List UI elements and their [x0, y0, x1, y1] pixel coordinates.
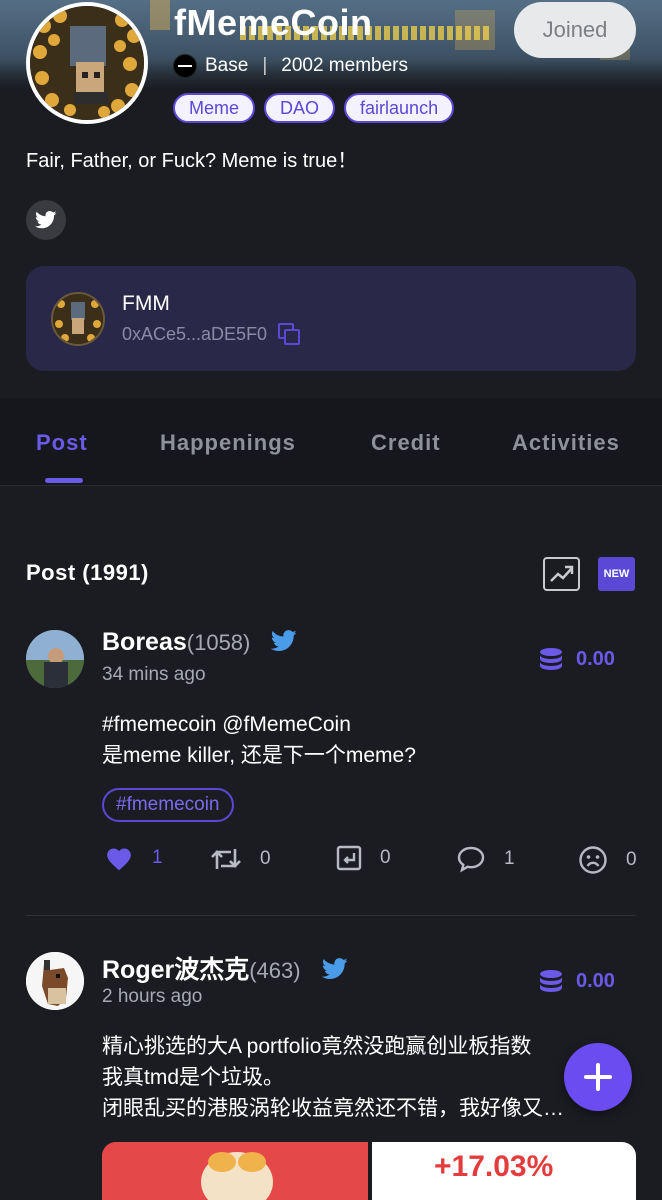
- comment-count: 1: [504, 848, 515, 869]
- post-text-line: #fmemecoin @fMemeCoin: [102, 713, 351, 736]
- tab-activities[interactable]: Activities: [512, 430, 620, 456]
- like-button[interactable]: 1: [104, 845, 163, 871]
- base-chain-icon: [173, 54, 197, 78]
- retweet-count: 0: [260, 848, 271, 869]
- post-body: #fmemecoin @fMemeCoin 是meme killer, 还是下一…: [102, 709, 622, 771]
- token-name: FMM: [122, 292, 170, 315]
- post-username[interactable]: Boreas(1058): [102, 628, 297, 657]
- sort-new-button[interactable]: NEW: [598, 557, 635, 591]
- user-post-count: (463): [249, 958, 301, 983]
- quote-count: 0: [380, 847, 391, 868]
- tag-list: Meme DAO fairlaunch: [173, 93, 455, 123]
- tab-credit[interactable]: Credit: [371, 430, 441, 456]
- post-text-line: 是meme killer, 还是下一个meme?: [102, 744, 416, 767]
- community-avatar[interactable]: [26, 2, 148, 124]
- comment-button[interactable]: 1: [456, 845, 515, 873]
- post-actions: 1 0 0 1 0: [0, 845, 662, 885]
- quote-button[interactable]: 0: [336, 845, 391, 871]
- dislike-button[interactable]: 0: [578, 845, 637, 875]
- post-divider: [26, 915, 636, 916]
- token-address: 0xACe5...aDE5F0: [122, 323, 268, 344]
- like-count: 1: [152, 847, 163, 868]
- username-text: Roger波杰克: [102, 956, 250, 984]
- tag-meme[interactable]: Meme: [173, 93, 256, 123]
- coin-stack-icon: [540, 970, 562, 992]
- token-card[interactable]: FMM 0xACe5...aDE5F0: [26, 266, 636, 371]
- twitter-icon: [271, 630, 297, 651]
- token-avatar: [51, 292, 105, 346]
- post-text-line: 精心挑选的大A portfolio竟然没跑赢创业板指数: [102, 1035, 532, 1058]
- create-post-button[interactable]: [564, 1043, 632, 1111]
- tag-dao[interactable]: DAO: [264, 93, 336, 123]
- sad-face-icon: [579, 846, 607, 874]
- post-time: 2 hours ago: [102, 986, 203, 1007]
- community-description: Fair, Father, or Fuck? Meme is true！: [26, 150, 358, 172]
- tag-fairlaunch[interactable]: fairlaunch: [344, 93, 455, 123]
- copy-icon[interactable]: [277, 322, 301, 346]
- post-credit: 0.00: [538, 968, 615, 994]
- tab-happenings[interactable]: Happenings: [160, 430, 296, 456]
- dislike-count: 0: [626, 849, 637, 870]
- user-post-count: (1058): [186, 630, 251, 655]
- quote-icon: [336, 845, 362, 871]
- plus-icon: [584, 1063, 612, 1091]
- heart-icon: [107, 848, 131, 871]
- username-text: Boreas: [102, 628, 187, 656]
- user-avatar[interactable]: [26, 630, 84, 688]
- post-hashtag[interactable]: #fmemecoin: [102, 788, 234, 822]
- post-credit: 0.00: [538, 646, 615, 672]
- separator: |: [262, 55, 268, 76]
- tab-post[interactable]: Post: [36, 430, 88, 456]
- post-time: 34 mins ago: [102, 664, 206, 685]
- retweet-button[interactable]: 0: [210, 845, 271, 873]
- chain-name: Base: [205, 55, 249, 76]
- chain-info: Base | 2002 members: [173, 54, 408, 78]
- tab-bar: Post Happenings Credit Activities: [0, 398, 662, 486]
- gain-percentage: +17.03%: [434, 1150, 554, 1183]
- twitter-icon: [321, 958, 348, 979]
- post-username[interactable]: Roger波杰克(463): [102, 950, 348, 986]
- coin-stack-icon: [540, 648, 562, 670]
- post-text-line: 我真tmd是个垃圾。: [102, 1066, 285, 1089]
- post-text-line: 闭眼乱买的港股涡轮收益竟然还不错，我好像又…: [102, 1097, 564, 1120]
- user-avatar[interactable]: [26, 952, 84, 1010]
- credit-value: 0.00: [576, 647, 615, 670]
- token-address-row: 0xACe5...aDE5F0: [122, 322, 301, 346]
- credit-value: 0.00: [576, 969, 615, 992]
- post-image-right[interactable]: +17.03%: [372, 1142, 636, 1200]
- post-body: 精心挑选的大A portfolio竟然没跑赢创业板指数 我真tmd是个垃圾。 闭…: [102, 1031, 622, 1124]
- twitter-link-button[interactable]: [26, 200, 66, 240]
- joined-button[interactable]: Joined: [514, 2, 636, 58]
- active-tab-indicator: [45, 478, 83, 483]
- community-title: fMemeCoin: [174, 2, 373, 43]
- member-count: 2002 members: [281, 55, 408, 76]
- comment-icon: [457, 846, 485, 873]
- post-image-left[interactable]: [102, 1142, 368, 1200]
- retweet-icon: [211, 849, 241, 869]
- posts-section-title: Post (1991): [26, 560, 149, 585]
- sort-trending-button[interactable]: [543, 557, 580, 591]
- twitter-icon: [35, 211, 57, 229]
- trending-icon: [549, 565, 573, 582]
